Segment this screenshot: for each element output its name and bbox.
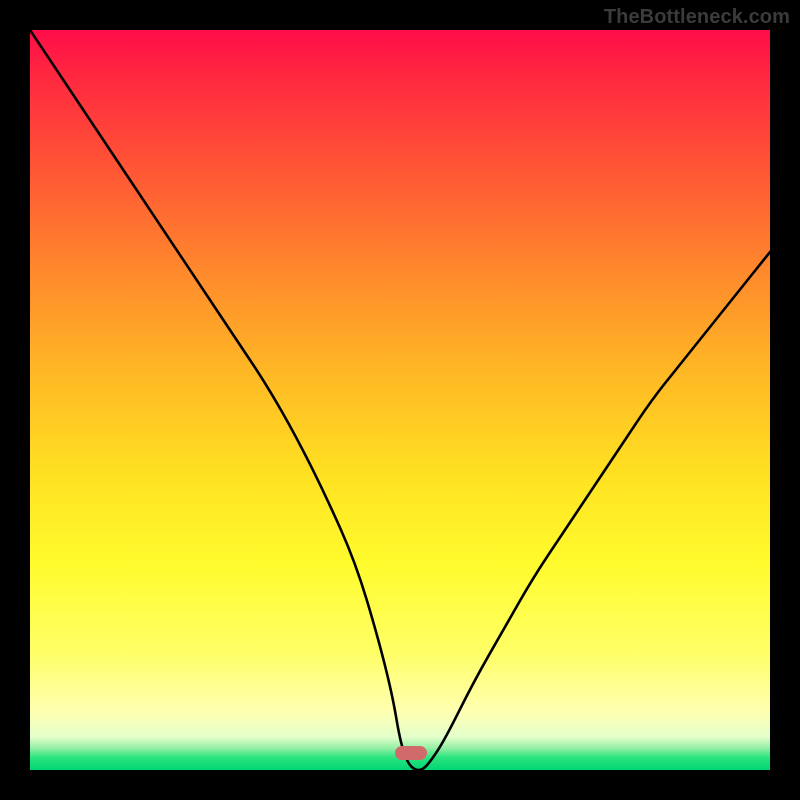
plot-area xyxy=(30,30,770,770)
chart-frame: TheBottleneck.com xyxy=(0,0,800,800)
sweet-spot-marker xyxy=(395,746,427,760)
curve-path xyxy=(30,30,770,770)
bottleneck-curve xyxy=(30,30,770,770)
watermark-text: TheBottleneck.com xyxy=(604,6,790,29)
